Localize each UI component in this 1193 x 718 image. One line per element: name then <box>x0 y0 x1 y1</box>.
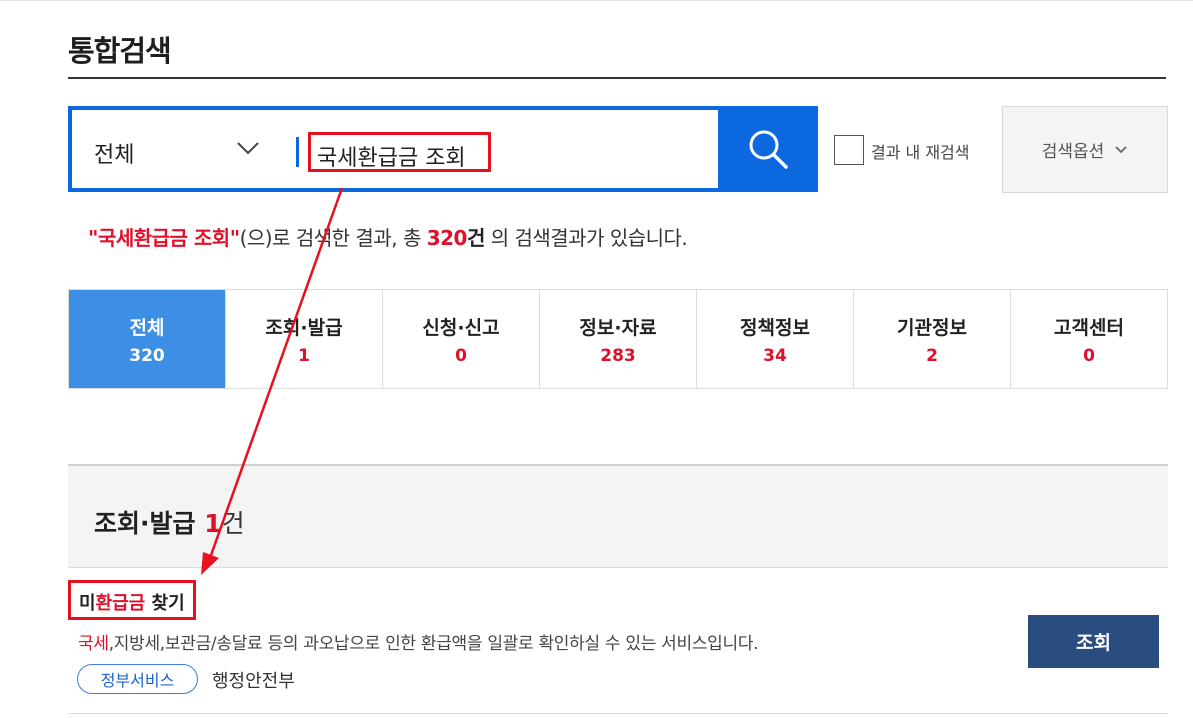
result-title-highlight: 환급금 <box>95 593 146 614</box>
section-title: 조회·발급 1건 <box>94 504 245 540</box>
category-tabs: 전체 320 조회·발급 1 신청·신고 0 정보·자료 283 정책정보 34… <box>68 289 1168 389</box>
bottom-divider <box>68 713 1168 714</box>
page-title: 통합검색 <box>68 34 172 68</box>
tab-info-data[interactable]: 정보·자료 283 <box>540 290 697 388</box>
tab-count: 0 <box>1083 345 1095 366</box>
section-count-unit: 건 <box>221 509 245 538</box>
top-divider <box>0 0 1193 1</box>
tab-count: 2 <box>926 345 938 366</box>
tab-customer-center[interactable]: 고객센터 0 <box>1011 290 1167 388</box>
tab-count: 283 <box>600 345 636 366</box>
summary-total: 320 <box>426 226 468 250</box>
result-title-post: 찾기 <box>145 593 185 614</box>
result-desc-highlight: 국세 <box>78 634 109 654</box>
tab-label: 전체 <box>129 316 165 339</box>
chevron-down-icon[interactable] <box>236 140 260 156</box>
result-description: 국세,지방세,보관금/송달료 등의 과오납으로 인한 환급액을 일괄로 확인하실… <box>78 629 759 654</box>
summary-quote-close: " <box>229 226 240 250</box>
summary-keyword: 국세환급금 조회 <box>97 226 230 250</box>
tab-label: 기관정보 <box>897 316 967 339</box>
tab-agency-info[interactable]: 기관정보 2 <box>854 290 1011 388</box>
result-desc-text: ,지방세,보관금/송달료 등의 과오납으로 인한 환급액을 일괄로 확인하실 수… <box>108 634 759 654</box>
section-count: 1 <box>204 509 222 538</box>
title-rule <box>68 77 1166 79</box>
search-scope-select[interactable]: 전체 <box>94 137 134 169</box>
search-field-container: 전체 국세환급금 조회 <box>72 110 718 188</box>
tab-label: 정보·자료 <box>579 316 657 339</box>
section-title-label: 조회·발급 <box>94 509 196 538</box>
summary-text-2: 의 검색결과가 있습니다. <box>484 226 688 250</box>
tab-count: 34 <box>763 345 787 366</box>
recheck-checkbox[interactable] <box>834 135 864 165</box>
summary-total-unit: 건 <box>466 226 485 250</box>
tab-policy-info[interactable]: 정책정보 34 <box>697 290 854 388</box>
tab-count: 320 <box>129 345 165 366</box>
result-title-pre: 미 <box>79 593 96 614</box>
search-input[interactable]: 국세환급금 조회 <box>308 132 491 172</box>
tab-application-report[interactable]: 신청·신고 0 <box>383 290 540 388</box>
service-tag: 정부서비스 <box>77 664 198 694</box>
search-icon <box>749 130 788 169</box>
summary-text-1: (으)로 검색한 결과, 총 <box>239 226 427 250</box>
summary-quote-open: " <box>88 226 98 250</box>
tab-count: 1 <box>298 345 310 366</box>
section-header: 조회·발급 1건 <box>68 464 1168 568</box>
recheck-label: 결과 내 재검색 <box>871 143 970 162</box>
search-summary: "국세환급금 조회"(으)로 검색한 결과, 총 320건 의 검색결과가 있습… <box>88 222 688 251</box>
text-cursor <box>296 137 299 167</box>
result-title-link[interactable]: 미환급금 찾기 <box>68 580 196 620</box>
tab-label: 조회·발급 <box>265 316 343 339</box>
tab-label: 고객센터 <box>1054 316 1124 339</box>
search-options-label: 검색옵션 <box>1041 142 1105 162</box>
tab-label: 정책정보 <box>740 316 810 339</box>
search-button[interactable] <box>718 106 818 192</box>
tab-label: 신청·신고 <box>422 316 500 339</box>
chevron-down-icon <box>1115 145 1127 153</box>
search-options-button[interactable]: 검색옵션 <box>1002 106 1168 193</box>
agency-name: 행정안전부 <box>212 671 295 692</box>
tab-all[interactable]: 전체 320 <box>69 290 226 388</box>
search-bar: 전체 국세환급금 조회 <box>68 106 818 192</box>
tab-count: 0 <box>455 345 467 366</box>
tab-inquiry-issue[interactable]: 조회·발급 1 <box>226 290 383 388</box>
view-button[interactable]: 조회 <box>1028 615 1159 668</box>
